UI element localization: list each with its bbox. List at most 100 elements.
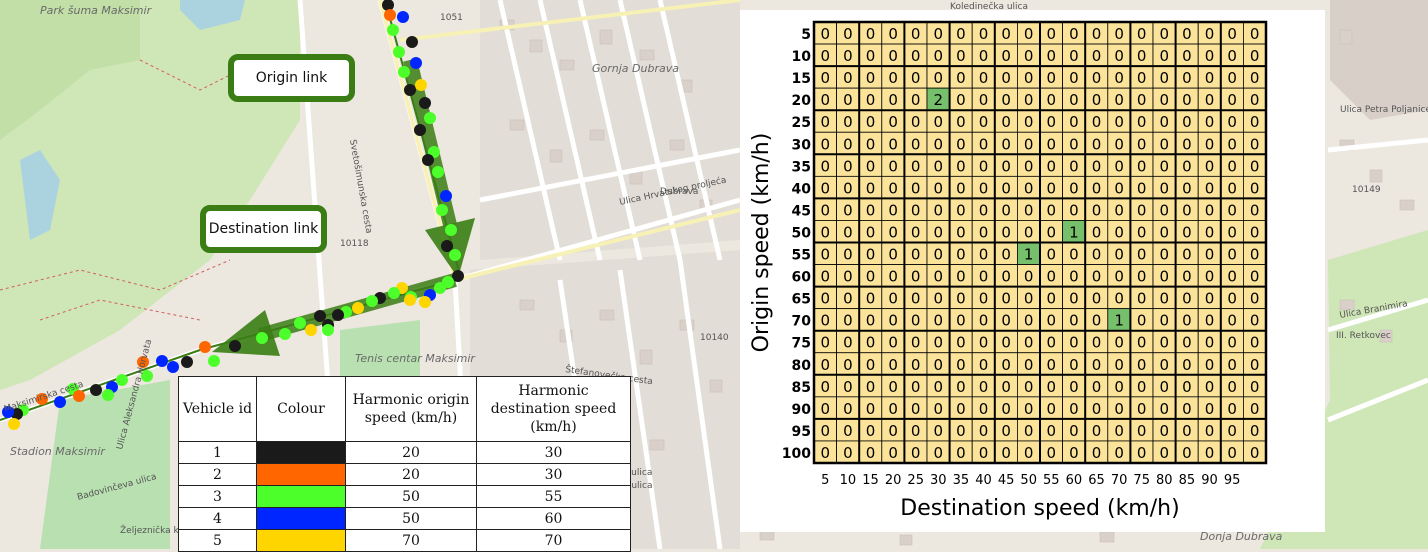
legend-header-row: Vehicle id Colour Harmonic origin speed … — [178, 376, 631, 442]
heatmap-cell-value: 0 — [979, 135, 989, 153]
heatmap-cell-value: 0 — [911, 157, 921, 175]
heatmap-cell-value: 0 — [1227, 356, 1237, 374]
heatmap-cell-value: 0 — [1137, 47, 1147, 65]
heatmap-cell-value: 0 — [1205, 69, 1215, 87]
heatmap-cell-value: 0 — [1001, 113, 1011, 131]
heatmap-cell-value: 0 — [843, 69, 853, 87]
heatmap-cell-value: 0 — [866, 400, 876, 418]
x-tick-label: 80 — [1156, 473, 1173, 488]
heatmap-cell-value: 0 — [1160, 47, 1170, 65]
heatmap-cell-value: 0 — [888, 444, 898, 462]
heatmap-cell-value: 0 — [1227, 47, 1237, 65]
heatmap-cell-value: 0 — [1069, 444, 1079, 462]
heatmap-cell-value: 0 — [1024, 312, 1034, 330]
vehicle-id-cell: 4 — [178, 507, 257, 530]
heatmap-cell-value: 0 — [1250, 47, 1260, 65]
heatmap-cell-value: 0 — [1205, 290, 1215, 308]
heatmap-cell-value: 0 — [1160, 25, 1170, 43]
heatmap-cell-value: 0 — [1137, 113, 1147, 131]
y-tick-label: 85 — [792, 380, 811, 396]
heatmap-cell-value: 0 — [934, 422, 944, 440]
colour-swatch — [256, 485, 346, 508]
heatmap-cell-value: 0 — [843, 47, 853, 65]
x-tick-label: 10 — [840, 473, 857, 488]
heatmap-cell-value: 0 — [956, 69, 966, 87]
header-origin-speed: Harmonic origin speed (km/h) — [345, 376, 477, 442]
heatmap-cell-value: 0 — [934, 356, 944, 374]
header-vehicle-id: Vehicle id — [178, 376, 257, 442]
y-tick-label: 10 — [792, 49, 812, 65]
gps-point — [393, 46, 405, 58]
heatmap-cell-value: 0 — [1182, 268, 1192, 286]
y-tick-label: 45 — [792, 203, 811, 219]
heatmap-cell-value: 0 — [866, 157, 876, 175]
heatmap-cell-value: 0 — [888, 268, 898, 286]
heatmap-cell-value: 0 — [1001, 135, 1011, 153]
heatmap-cell-value: 0 — [911, 47, 921, 65]
heatmap-cell-value: 0 — [1024, 113, 1034, 131]
heatmap-cell-value: 0 — [1182, 201, 1192, 219]
heatmap-cell-value: 0 — [911, 91, 921, 109]
heatmap-cell-value: 0 — [956, 135, 966, 153]
heatmap-cell-value: 0 — [1250, 356, 1260, 374]
header-colour: Colour — [256, 376, 346, 442]
gps-point — [436, 204, 448, 216]
map-label: III. Retkovec — [1336, 331, 1391, 341]
map-label: Tenis centar Maksimir — [355, 352, 476, 365]
heatmap-cell-value: 0 — [1182, 91, 1192, 109]
heatmap-cell-value: 0 — [1160, 201, 1170, 219]
y-tick-label: 65 — [792, 292, 811, 308]
heatmap-cell-value: 0 — [1092, 179, 1102, 197]
heatmap-cell-value: 0 — [866, 290, 876, 308]
gps-point — [156, 355, 168, 367]
heatmap-cell-value: 0 — [1160, 113, 1170, 131]
y-tick-label: 60 — [792, 270, 812, 286]
gps-point — [314, 310, 326, 322]
heatmap-cell-value: 0 — [1047, 223, 1057, 241]
heatmap-cell-value: 0 — [1001, 91, 1011, 109]
map-label: 1051 — [440, 13, 463, 23]
heatmap-cell-value: 0 — [1024, 422, 1034, 440]
heatmap-cell-value: 0 — [866, 91, 876, 109]
heatmap-cell-value: 0 — [1024, 444, 1034, 462]
heatmap-cell-value: 0 — [888, 290, 898, 308]
y-tick-label: 5 — [801, 27, 811, 43]
gps-point — [332, 309, 344, 321]
heatmap-cell-value: 0 — [1250, 334, 1260, 352]
heatmap-cell-value: 0 — [1182, 113, 1192, 131]
heatmap-cell-value: 0 — [911, 334, 921, 352]
heatmap-cell-value: 0 — [1047, 47, 1057, 65]
gps-point — [352, 302, 364, 314]
gps-point — [388, 287, 400, 299]
heatmap-cell-value: 0 — [1205, 334, 1215, 352]
heatmap-cell-value: 0 — [1205, 400, 1215, 418]
heatmap-cell-value: 0 — [866, 444, 876, 462]
heatmap-cell-value: 0 — [934, 334, 944, 352]
heatmap-cell-value: 0 — [1069, 91, 1079, 109]
heatmap-cell-value: 0 — [1047, 91, 1057, 109]
heatmap-cell-value: 0 — [1069, 25, 1079, 43]
heatmap-cell-value: 0 — [1160, 246, 1170, 264]
heatmap-cell-value: 0 — [956, 201, 966, 219]
heatmap-cell-value: 0 — [1092, 400, 1102, 418]
heatmap-cell-value: 0 — [1069, 356, 1079, 374]
heatmap-cell-value: 0 — [888, 356, 898, 374]
heatmap-cell-value: 0 — [1092, 201, 1102, 219]
x-tick-label: 25 — [907, 473, 924, 488]
heatmap-cell-value: 0 — [1114, 69, 1124, 87]
heatmap-cell-value: 0 — [1160, 290, 1170, 308]
heatmap-cell-value: 0 — [843, 157, 853, 175]
heatmap-cell-value: 0 — [1137, 25, 1147, 43]
heatmap-cell-value: 0 — [1069, 400, 1079, 418]
y-tick-label: 35 — [792, 159, 811, 175]
vehicle-id-cell: 2 — [178, 463, 257, 486]
heatmap-cell-value: 0 — [821, 246, 831, 264]
y-tick-label: 55 — [792, 248, 811, 264]
map-label: Ulica Petra Poljanice — [1340, 105, 1428, 115]
heatmap-cell-value: 0 — [866, 223, 876, 241]
gps-point — [410, 57, 422, 69]
vehicle-id-cell: 5 — [178, 529, 257, 552]
heatmap-cell-value: 0 — [866, 356, 876, 374]
heatmap-cell-value: 0 — [1092, 25, 1102, 43]
heatmap-cell-value: 0 — [979, 157, 989, 175]
